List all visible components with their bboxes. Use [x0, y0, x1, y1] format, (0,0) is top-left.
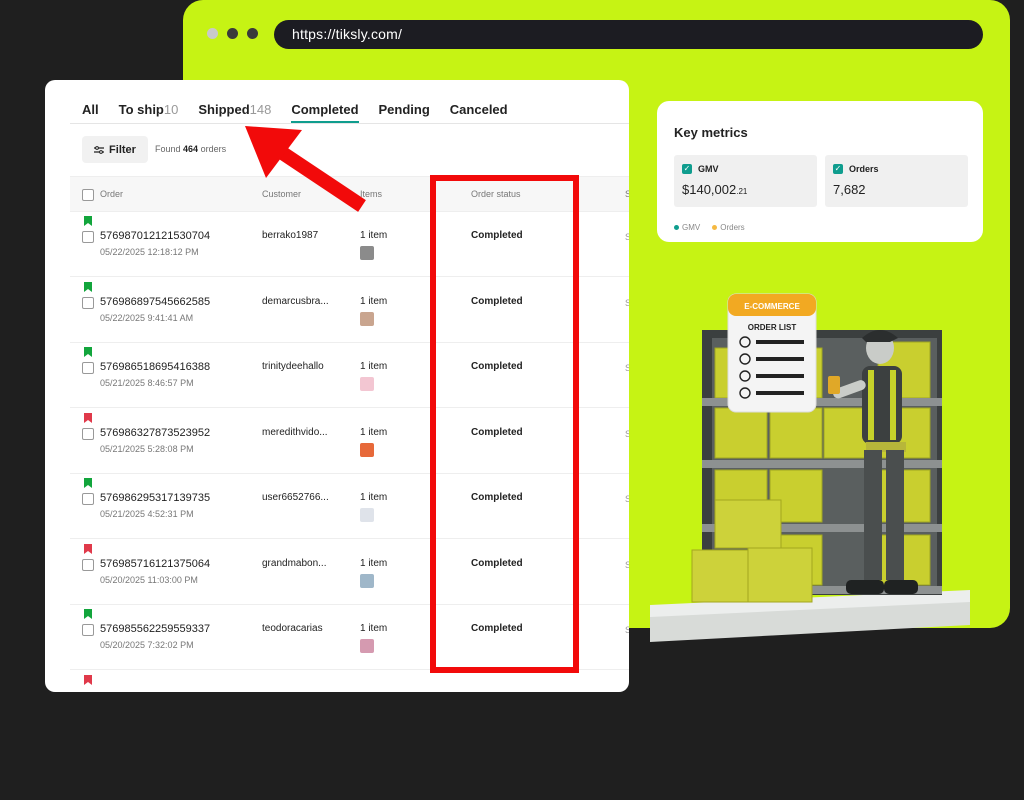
tab-count: 148 — [249, 102, 272, 117]
column-order[interactable]: Order — [100, 189, 123, 199]
row-checkbox[interactable] — [82, 558, 94, 571]
bookmark-flag-icon — [84, 216, 92, 226]
customer-name[interactable]: trinitydeehallo — [262, 361, 324, 372]
order-id[interactable]: 576987012121530704 — [100, 230, 210, 242]
item-count: 1 item — [360, 426, 388, 438]
extra-column-cell: S — [625, 494, 629, 504]
product-thumbnail[interactable] — [360, 246, 374, 260]
row-checkbox[interactable] — [82, 296, 94, 309]
results-count: Found 464 orders — [155, 144, 227, 154]
window-dot-1[interactable] — [207, 28, 218, 39]
filter-icon — [94, 145, 105, 154]
tab-count: 10 — [163, 102, 179, 117]
highlight-box — [430, 175, 579, 673]
row-checkbox[interactable] — [82, 231, 94, 243]
product-thumbnail[interactable] — [360, 573, 374, 588]
order-date: 05/21/2025 8:46:57 PM — [100, 378, 194, 388]
select-all-checkbox[interactable] — [82, 189, 94, 201]
extra-column-cell: S — [625, 363, 629, 373]
item-count: 1 item — [360, 295, 388, 307]
column-extra[interactable]: S — [625, 189, 629, 199]
row-checkbox[interactable] — [82, 624, 94, 636]
table-row[interactable] — [70, 671, 629, 693]
customer-name[interactable]: grandmabon... — [262, 558, 327, 569]
customer-name[interactable]: demarcusbra... — [262, 296, 329, 307]
filter-button[interactable]: Filter — [82, 136, 148, 163]
bookmark-flag-icon — [84, 347, 92, 357]
bookmark-flag-icon — [84, 609, 92, 619]
metric-value: 7,682 — [833, 182, 866, 197]
product-thumbnail[interactable] — [360, 311, 374, 326]
order-date: 05/21/2025 4:52:31 PM — [100, 509, 194, 519]
customer-name[interactable]: berrako1987 — [262, 230, 318, 241]
warehouse-illustration: E-COMMERCE ORDER LIST — [650, 293, 970, 642]
bookmark-flag-icon — [84, 543, 92, 554]
window-dot-3[interactable] — [247, 28, 258, 39]
product-thumbnail[interactable] — [360, 377, 374, 391]
key-metrics-card: Key metrics ✓ GMV $140,002.21 ✓ Orders 7… — [657, 101, 983, 242]
order-id[interactable]: 576985716121375064 — [100, 558, 210, 570]
order-id[interactable]: 576986518695416388 — [100, 361, 210, 373]
order-id[interactable]: 576986897545662585 — [100, 296, 210, 308]
bookmark-flag-icon — [84, 412, 92, 423]
order-date: 05/22/2025 9:41:41 AM — [100, 312, 194, 323]
order-date: 05/21/2025 5:28:08 PM — [100, 443, 194, 454]
extra-column-cell: S — [625, 428, 629, 439]
order-date: 05/20/2025 11:03:00 PM — [100, 574, 198, 585]
badge-label: E-COMMERCE — [744, 302, 800, 311]
product-thumbnail[interactable] — [360, 639, 374, 653]
product-thumbnail[interactable] — [360, 508, 374, 522]
tab-canceled[interactable]: Canceled — [450, 102, 508, 123]
item-count: 1 item — [360, 557, 388, 569]
legend-gmv: GMV — [674, 223, 700, 232]
item-count: 1 item — [360, 623, 388, 634]
order-date: 05/22/2025 12:18:12 PM — [100, 247, 199, 257]
bookmark-flag-icon — [84, 478, 92, 488]
item-count: 1 item — [360, 361, 388, 372]
window-controls — [207, 28, 258, 39]
extra-column-cell: S — [625, 625, 629, 635]
order-date: 05/20/2025 7:32:02 PM — [100, 640, 194, 650]
clipboard-title: ORDER LIST — [748, 323, 797, 332]
checkbox-checked-icon[interactable]: ✓ — [682, 164, 692, 174]
row-checkbox[interactable] — [82, 493, 94, 505]
metric-value: $140,002.21 — [682, 182, 748, 197]
customer-name[interactable]: teodoracarias — [262, 623, 323, 634]
customer-name[interactable]: meredithvido... — [262, 427, 328, 438]
order-id[interactable]: 576985562259559337 — [100, 623, 210, 635]
row-checkbox[interactable] — [82, 427, 94, 440]
legend-orders: Orders — [712, 223, 745, 232]
red-arrow-icon — [245, 126, 366, 212]
order-id[interactable]: 576986295317139735 — [100, 492, 210, 504]
customer-name[interactable]: user6652766... — [262, 492, 329, 503]
item-count: 1 item — [360, 230, 388, 241]
tab-pending[interactable]: Pending — [379, 102, 430, 123]
address-bar[interactable]: https://tiksly.com/ — [274, 20, 983, 49]
bookmark-flag-icon — [84, 281, 92, 292]
product-thumbnail[interactable] — [360, 442, 374, 457]
metric-gmv[interactable]: ✓ GMV $140,002.21 — [674, 155, 817, 207]
item-count: 1 item — [360, 492, 388, 503]
extra-column-cell: S — [625, 232, 629, 242]
extra-column-cell: S — [625, 559, 629, 570]
order-id[interactable]: 576986327873523952 — [100, 427, 210, 439]
bookmark-flag-icon — [84, 674, 92, 685]
metrics-title: Key metrics — [674, 125, 748, 140]
metric-orders[interactable]: ✓ Orders 7,682 — [825, 155, 968, 207]
metric-label: GMV — [698, 164, 719, 174]
tab-all[interactable]: All — [82, 102, 99, 123]
row-checkbox[interactable] — [82, 362, 94, 374]
metric-label: Orders — [849, 164, 879, 174]
window-dot-2[interactable] — [227, 28, 238, 39]
tab-to-ship[interactable]: To ship10 — [119, 102, 179, 123]
metrics-legend: GMV Orders — [674, 223, 745, 232]
checkbox-checked-icon[interactable]: ✓ — [833, 164, 843, 174]
extra-column-cell: S — [625, 297, 629, 308]
